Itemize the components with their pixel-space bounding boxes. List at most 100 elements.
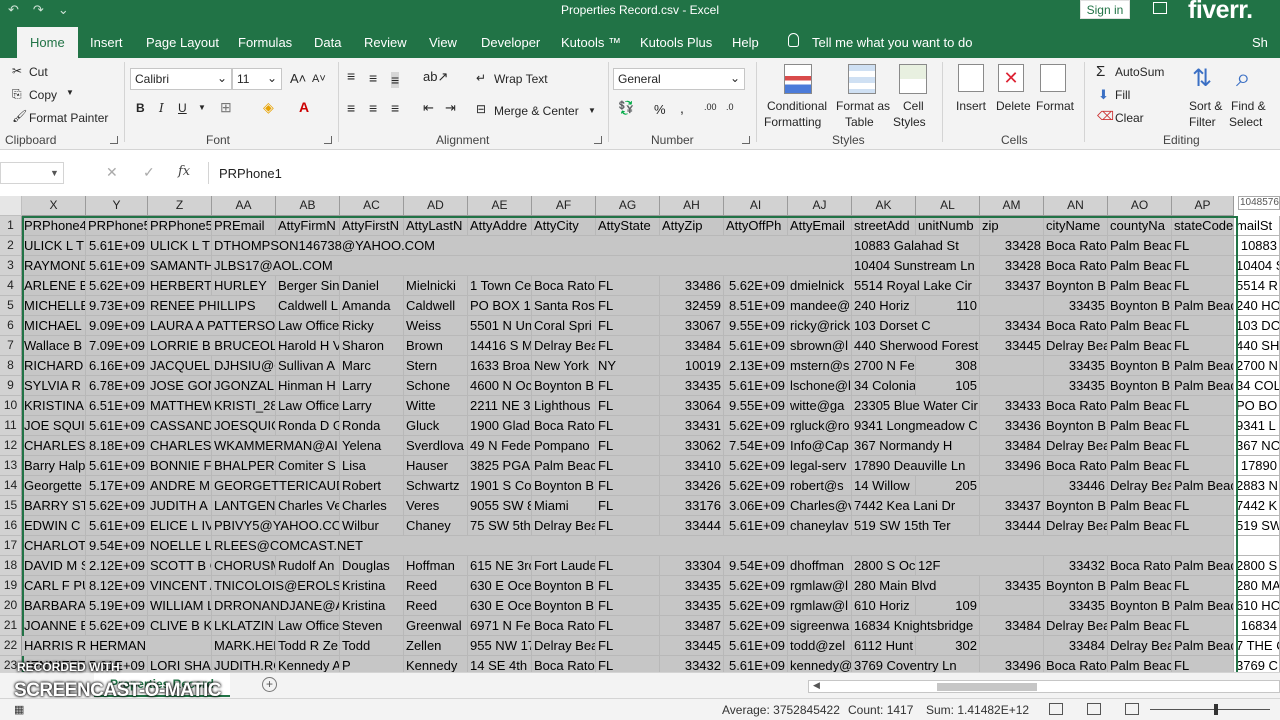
page-layout-view-icon[interactable] [1087,703,1101,715]
grid-cell[interactable]: Santa Ros [532,296,596,316]
cancel-icon[interactable]: ✕ [106,164,118,181]
grid-cell[interactable]: 5.61E+09 [86,516,148,536]
grid-cell[interactable]: Yelena [340,436,404,456]
grid-cell[interactable]: Palm Beac [1172,376,1234,396]
grid-cell[interactable]: 33433 [980,396,1044,416]
grid-cell[interactable]: FL [1172,516,1234,536]
grid-cell[interactable]: 103 DC [1234,316,1280,336]
grid-cell[interactable]: ricky@rick [788,316,852,336]
row-header[interactable]: 7 [0,336,22,356]
orientation-icon[interactable]: ab↗ [423,69,448,85]
grid-cell[interactable]: JLBS17@AOL.COM [212,256,852,276]
grid-cell[interactable]: 33446 [1044,476,1108,496]
grid-cell[interactable]: 33484 [660,336,724,356]
tab-insert[interactable]: Insert [90,35,123,50]
grid-cell[interactable]: Boca Rato [532,656,596,672]
grid-cell[interactable]: AttyOffPh [724,216,788,236]
grid-cell[interactable]: kennedy@ [788,656,852,672]
tab-formulas[interactable]: Formulas [238,35,292,50]
grid-cell[interactable]: Boynton B [1108,596,1172,616]
grid-cell[interactable]: FL [596,636,660,656]
grid-cell[interactable]: Boynton B [1108,296,1172,316]
grid-cell[interactable]: PREmail [212,216,276,236]
grid-cell[interactable]: rgmlaw@l [788,576,852,596]
font-name-select[interactable]: Calibri ⌄ [130,68,232,90]
grid-cell[interactable]: HURLEY [212,276,276,296]
grid-cell[interactable]: ULICK L TH [148,236,212,256]
grid-cell[interactable]: Rudolf An [276,556,340,576]
normal-view-icon[interactable] [1049,703,1063,715]
grid-cell[interactable]: SAMANTH [148,256,212,276]
grid-cell[interactable]: 519 SW 15th Ter [852,516,980,536]
grid-cell[interactable]: CHORUSM [212,556,276,576]
grid-cell[interactable]: 8.12E+09 [86,576,148,596]
sort-filter-button[interactable]: Sort & [1189,99,1222,113]
align-right-icon[interactable]: ≡ [391,100,399,116]
number-format-select[interactable]: General ⌄ [613,68,745,90]
grid-cell[interactable]: FL [1172,456,1234,476]
grid-cell[interactable]: WILLIAM L [148,596,212,616]
grid-cell[interactable]: PBIVY5@YAHOO.COM [212,516,340,536]
grid-cell[interactable]: DRRONANDJANE@A [212,596,340,616]
grid-cell[interactable]: 1901 S Cor [468,476,532,496]
format-as-table-button[interactable]: Format as [836,99,890,113]
grid-cell[interactable]: 610 HC [1234,596,1280,616]
grid-cell[interactable]: 440 SH [1234,336,1280,356]
column-header[interactable]: Z [148,196,212,216]
grid-cell[interactable]: BONNIE F [148,456,212,476]
grid-cell[interactable]: 34 COL [1234,376,1280,396]
grid-cell[interactable]: FL [596,456,660,476]
grid-cell[interactable]: JOESQUIC [212,416,276,436]
grid-cell[interactable]: 105 [916,376,980,396]
delete-cells-button[interactable]: Delete [996,99,1031,113]
grid-cell[interactable]: Ronda D G [276,416,340,436]
grid-cell[interactable]: VINCENT A [148,576,212,596]
column-header[interactable]: AC [340,196,404,216]
grid-cell[interactable]: 5.61E+09 [86,236,148,256]
column-header[interactable]: AP [1172,196,1234,216]
grid-cell[interactable]: 34 Colonia [852,376,916,396]
grid-cell[interactable]: zip [980,216,1044,236]
row-header[interactable]: 16 [0,516,22,536]
column-header[interactable]: AN [1044,196,1108,216]
underline-button[interactable]: U [178,101,187,115]
grid-cell[interactable]: Schone [404,376,468,396]
select-all-button[interactable] [0,196,22,216]
grid-cell[interactable]: AttyLastN [404,216,468,236]
grid-cell[interactable]: 12F [916,556,1044,576]
grid-cell[interactable]: 5514 R [1234,276,1280,296]
column-header[interactable]: AA [212,196,276,216]
grid-cell[interactable]: Law Office [276,316,340,336]
percent-button[interactable]: % [654,102,666,117]
grid-cell[interactable]: Wilbur [340,516,404,536]
grid-cell[interactable] [1234,536,1280,556]
grid-cell[interactable]: 1900 Glad [468,416,532,436]
grid-cell[interactable]: AttyCity [532,216,596,236]
grid-cell[interactable]: 5.61E+09 [86,256,148,276]
tab-view[interactable]: View [429,35,457,50]
grid-cell[interactable]: 75 SW 5th [468,516,532,536]
grid-cell[interactable]: WKAMMERMAN@AI [212,436,340,456]
grid-cell[interactable]: Delray Bea [1108,476,1172,496]
grid-cell[interactable]: 14 Willow [852,476,916,496]
grid-cell[interactable]: 10883 [1234,236,1280,256]
grid-cell[interactable]: FL [596,576,660,596]
conditional-formatting-button[interactable]: Conditional [767,99,827,113]
row-header[interactable]: 9 [0,376,22,396]
grid-cell[interactable]: HERBERT C [148,276,212,296]
grid-cell[interactable]: FL [1172,496,1234,516]
grid-cell[interactable]: Barry Halp [22,456,86,476]
grid-cell[interactable]: Hoffman [404,556,468,576]
grid-cell[interactable]: 14 SE 4th S [468,656,532,672]
grid-cell[interactable]: CASSANDI [148,416,212,436]
grid-cell[interactable]: 6.16E+09 [86,356,148,376]
grid-cell[interactable]: Todd [340,636,404,656]
row-header[interactable]: 11 [0,416,22,436]
grid-cell[interactable]: 2211 NE 3 [468,396,532,416]
grid-cell[interactable]: FL [596,496,660,516]
row-header[interactable]: 3 [0,256,22,276]
grid-cell[interactable]: 33434 [980,316,1044,336]
grid-cell[interactable]: 9341 L [1234,416,1280,436]
grid-cell[interactable]: Palm Beac [1108,336,1172,356]
grid-cell[interactable]: PO BOX 18 [468,296,532,316]
